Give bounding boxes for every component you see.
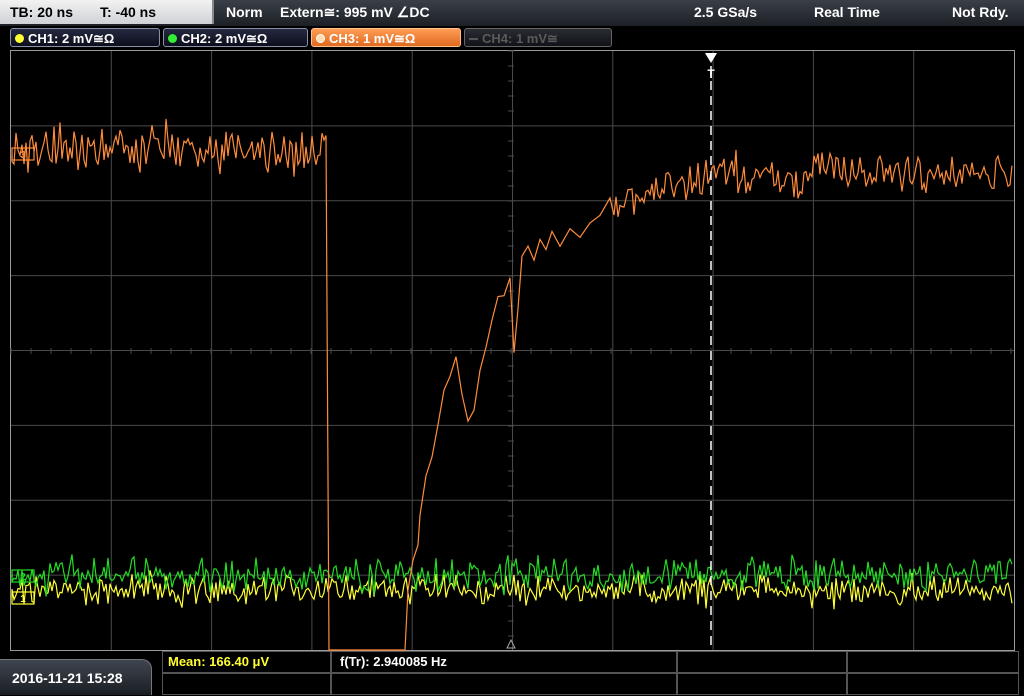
- measurement-cell-8[interactable]: [847, 673, 1019, 695]
- datetime-panel: 2016-11-21 15:28: [0, 659, 152, 695]
- measurement-cell-5[interactable]: [162, 673, 331, 695]
- frequency-measurement: f(Tr): 2.940085 Hz: [340, 654, 447, 669]
- channel-3-level-label: 3: [20, 150, 26, 161]
- trigger-offset-icon: [506, 638, 516, 649]
- channel-2-level-label: 2: [20, 572, 26, 583]
- measurement-cell-7[interactable]: [677, 673, 847, 695]
- mean-measurement: Mean: 166.40 μV: [168, 654, 270, 669]
- graticule: [10, 50, 1014, 650]
- waveform-canvas: T 3 2 1: [10, 50, 1014, 651]
- measurement-cell-6[interactable]: [331, 673, 677, 695]
- measurement-cell-4[interactable]: [847, 651, 1019, 673]
- datetime-label: 2016-11-21 15:28: [12, 670, 123, 686]
- trigger-arrow-icon[interactable]: [705, 53, 717, 63]
- channel-1-level-label: 1: [20, 594, 26, 605]
- measurement-cell-3[interactable]: [677, 651, 847, 673]
- trigger-marker-label: T: [707, 67, 715, 81]
